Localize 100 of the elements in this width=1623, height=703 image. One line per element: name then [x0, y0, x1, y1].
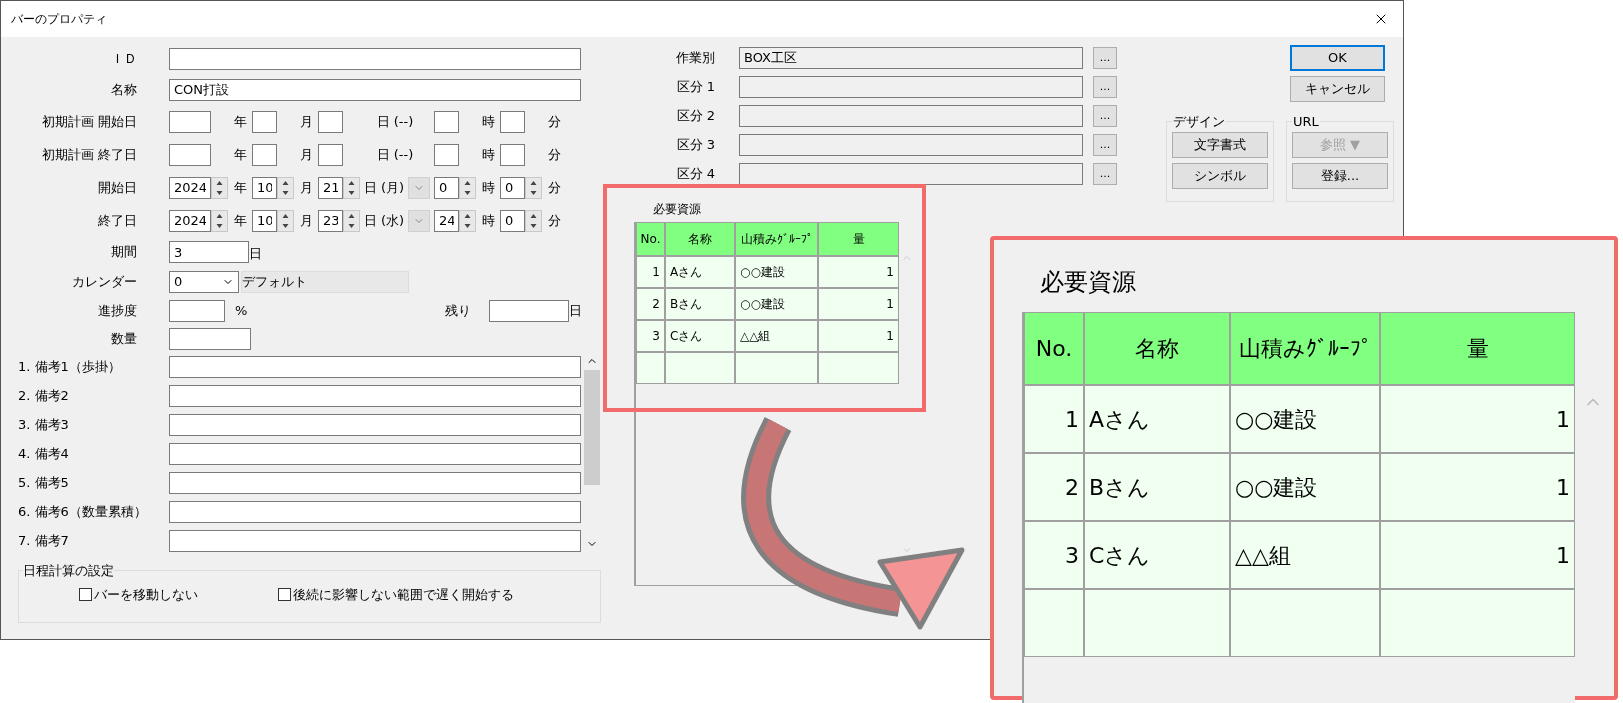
table-cell: 1	[818, 288, 899, 320]
checkbox[interactable]	[278, 587, 291, 601]
unit-label: 月	[298, 211, 314, 230]
input-field[interactable]	[318, 110, 343, 133]
input-field[interactable]: 23	[318, 209, 343, 232]
input-field[interactable]	[739, 162, 1083, 185]
calendar-select[interactable]: 0	[169, 270, 239, 293]
browse-button[interactable]: ...	[1093, 75, 1117, 98]
spin-button[interactable]	[277, 209, 294, 232]
dialog-button[interactable]: キャンセル	[1290, 76, 1385, 102]
unit-label: 月	[298, 178, 314, 197]
spin-button[interactable]	[211, 176, 228, 199]
calendar-name: デフォルト	[241, 270, 409, 293]
dialog-button[interactable]: シンボル	[1172, 162, 1268, 189]
input-field[interactable]	[169, 471, 581, 494]
input-field[interactable]	[318, 143, 343, 166]
unit-label: 年	[232, 211, 248, 230]
input-field[interactable]	[169, 299, 225, 322]
spin-button[interactable]	[459, 176, 476, 199]
column-header: 量	[818, 222, 899, 256]
input-field[interactable]: 3	[169, 241, 249, 263]
browse-button[interactable]: ...	[1093, 133, 1117, 156]
input-field[interactable]	[739, 75, 1083, 98]
input-field[interactable]	[169, 110, 211, 133]
input-field[interactable]: CON打設	[169, 78, 581, 101]
browse-button[interactable]: ...	[1093, 104, 1117, 127]
spin-button[interactable]	[459, 209, 476, 232]
table-cell: Cさん	[665, 320, 735, 352]
input-field[interactable]: 2024	[169, 209, 211, 232]
field-label: 区分 3	[675, 135, 716, 154]
field-label: 進捗度	[97, 301, 137, 320]
checkbox-label: 後続に影響しない範囲で遅く開始する	[293, 585, 514, 604]
input-field[interactable]: 10	[252, 176, 277, 199]
input-field[interactable]	[169, 143, 211, 166]
field-label: 開始日	[97, 178, 137, 197]
table-cell: 1	[818, 320, 899, 352]
input-field[interactable]: 24	[434, 209, 459, 232]
unit-label: 日 (月)	[362, 178, 406, 197]
input-field[interactable]	[169, 442, 581, 465]
input-field[interactable]: BOX工区	[739, 46, 1083, 69]
field-label: 名称	[110, 80, 137, 99]
spin-button[interactable]	[343, 176, 360, 199]
input-field[interactable]	[434, 143, 459, 166]
input-field[interactable]	[252, 143, 277, 166]
input-field[interactable]	[489, 299, 569, 322]
dialog-button[interactable]: OK	[1290, 45, 1385, 71]
table-cell: 1	[636, 256, 665, 288]
input-field[interactable]	[252, 110, 277, 133]
table-cell: Bさん	[665, 288, 735, 320]
column-header: No.	[636, 222, 665, 256]
dialog-button[interactable]: 登録...	[1292, 162, 1388, 189]
field-label: 区分 1	[675, 77, 716, 96]
table-cell: 3	[636, 320, 665, 352]
unit-label: 月	[298, 145, 314, 164]
input-field[interactable]	[739, 104, 1083, 127]
checkbox[interactable]	[79, 587, 92, 601]
field-label: 残り	[445, 301, 472, 320]
unit-label: 分	[546, 145, 562, 164]
input-field[interactable]: 0	[500, 176, 525, 199]
remark-label: 2. 備考2	[17, 386, 70, 405]
unit-label: 日 (水)	[362, 211, 406, 230]
field-label: 期間	[110, 243, 137, 262]
input-field[interactable]	[169, 529, 581, 552]
browse-button[interactable]: ...	[1093, 162, 1117, 185]
input-field[interactable]	[434, 110, 459, 133]
field-label: 初期計画 終了日	[40, 145, 137, 164]
field-label: 終了日	[97, 211, 137, 230]
input-field[interactable]: 10	[252, 209, 277, 232]
checkbox-label: バーを移動しない	[94, 585, 198, 604]
input-field[interactable]	[739, 133, 1083, 156]
input-field[interactable]: 21	[318, 176, 343, 199]
spin-button[interactable]	[211, 209, 228, 232]
table-cell: 2	[1024, 453, 1084, 521]
table-cell: 1	[818, 256, 899, 288]
input-field[interactable]	[169, 355, 581, 378]
remark-label: 6. 備考6（数量累積）	[17, 502, 148, 521]
remark-label: 7. 備考7	[17, 531, 70, 550]
input-field[interactable]: 2024	[169, 176, 211, 199]
table-cell: 2	[636, 288, 665, 320]
field-label: 初期計画 開始日	[40, 112, 137, 131]
input-field[interactable]	[500, 110, 525, 133]
dialog-button[interactable]: 文字書式	[1172, 131, 1268, 158]
input-field[interactable]	[169, 47, 581, 70]
input-field[interactable]: 0	[500, 209, 525, 232]
section-title: 必要資源	[1040, 267, 1137, 298]
spin-button[interactable]	[525, 209, 542, 232]
browse-button[interactable]: ...	[1093, 46, 1117, 69]
unit-label: 年	[232, 112, 248, 131]
input-field[interactable]: 0	[434, 176, 459, 199]
unit-label: 分	[546, 211, 562, 230]
input-field[interactable]	[169, 500, 581, 523]
input-field[interactable]	[169, 384, 581, 407]
unit-label: 分	[546, 178, 562, 197]
spin-button[interactable]	[277, 176, 294, 199]
remark-label: 1. 備考1（歩掛）	[17, 357, 122, 376]
spin-button[interactable]	[525, 176, 542, 199]
input-field[interactable]	[169, 413, 581, 436]
spin-button[interactable]	[343, 209, 360, 232]
input-field[interactable]	[500, 143, 525, 166]
input-field[interactable]	[169, 327, 251, 350]
